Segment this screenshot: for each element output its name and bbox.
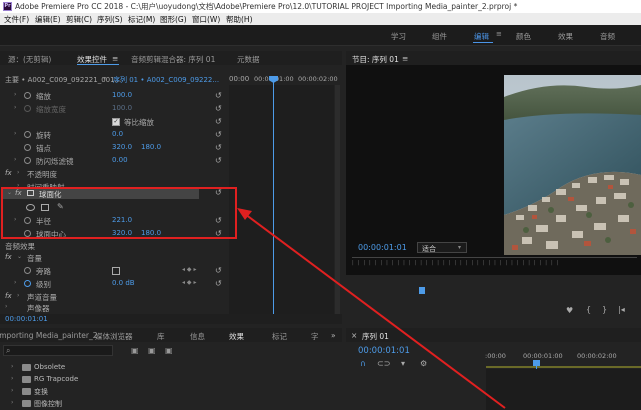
annotation-arrow — [237, 208, 506, 409]
